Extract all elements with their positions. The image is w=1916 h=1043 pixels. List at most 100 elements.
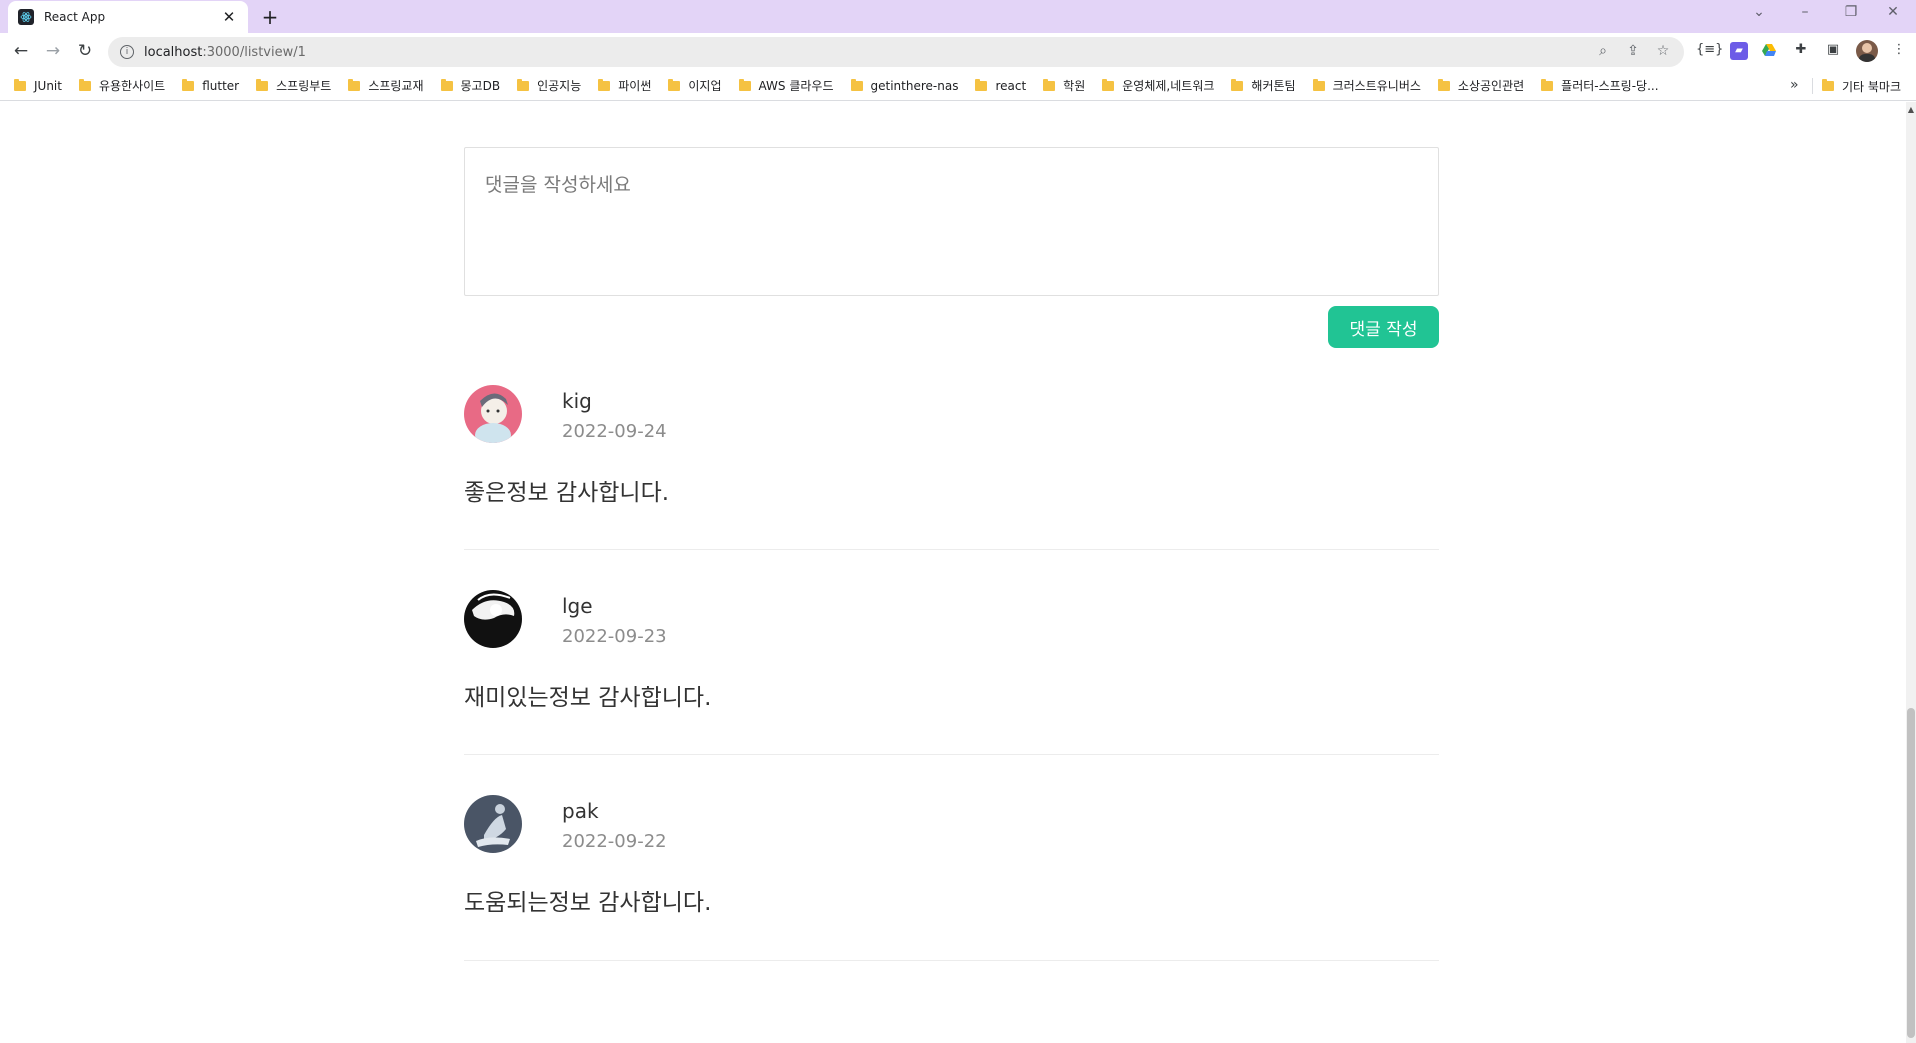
reload-icon[interactable]: ↻: [74, 41, 96, 61]
bookmark-folder[interactable]: 인공지능: [517, 77, 581, 94]
bookmark-label: 파이썬: [618, 79, 652, 93]
avatar: [464, 385, 522, 443]
browser-tab[interactable]: React App ✕: [8, 1, 248, 33]
bookmark-folder[interactable]: getinthere-nas: [850, 78, 959, 93]
folder-icon: [668, 78, 681, 91]
tab-strip: React App ✕ + ⌄ – ❐ ✕: [0, 0, 1916, 33]
bookmark-folder[interactable]: 몽고DB: [440, 77, 501, 94]
folder-icon: [1102, 78, 1115, 91]
back-icon[interactable]: ←: [10, 41, 32, 61]
extensions-puzzle-icon[interactable]: ✚: [1792, 42, 1810, 60]
bookmark-label: 인공지능: [537, 79, 582, 93]
bookmark-folder[interactable]: 소상공인관련: [1437, 77, 1524, 94]
bookmark-label: 크러스트유니버스: [1332, 79, 1421, 93]
bookmark-folder[interactable]: react: [975, 78, 1027, 93]
bookmark-folder[interactable]: 파이썬: [598, 77, 651, 94]
folder-icon: [182, 78, 195, 91]
bookmark-folder[interactable]: 유용한사이트: [78, 77, 166, 94]
folder-icon: [14, 78, 26, 91]
other-bookmarks-label: 기타 북마크: [1842, 79, 1902, 94]
folder-icon: [850, 78, 863, 91]
bookmark-folder[interactable]: 학원: [1043, 77, 1085, 94]
close-window-icon[interactable]: ✕: [1878, 4, 1908, 20]
folder-icon: [78, 78, 91, 91]
browser-toolbar: ← → ↻ i localhost:3000/listview/1 ⌕ ⇪ ☆ …: [0, 33, 1916, 71]
bookmark-folder[interactable]: 플러터-스프링-당...: [1541, 77, 1659, 94]
bookmark-label: JUnit: [34, 78, 62, 93]
folder-icon: [1312, 78, 1325, 91]
bookmark-star-icon[interactable]: ☆: [1654, 43, 1672, 59]
bookmark-label: 이지업: [688, 79, 722, 93]
bookmark-folder[interactable]: JUnit: [14, 78, 62, 93]
new-tab-button[interactable]: +: [258, 5, 282, 29]
folder-icon: [738, 78, 751, 91]
comment-author: lge: [562, 594, 593, 618]
folder-icon: [440, 78, 453, 91]
other-bookmarks-folder[interactable]: 기타 북마크: [1822, 71, 1902, 100]
url-host: localhost: [144, 44, 203, 60]
tab-search-icon[interactable]: ⌄: [1744, 4, 1774, 20]
folder-icon: [256, 78, 269, 91]
zoom-icon[interactable]: ⌕: [1594, 43, 1612, 59]
avatar: [464, 590, 522, 648]
comment-item: pak 2022-09-22 도움되는정보 감사합니다.: [464, 795, 1439, 961]
folder-icon: [1231, 78, 1244, 91]
bookmark-folder[interactable]: flutter: [182, 78, 239, 93]
bookmarks-overflow-button[interactable]: »: [1790, 77, 1799, 93]
folder-icon: [1437, 78, 1450, 91]
restore-icon[interactable]: ❐: [1836, 4, 1866, 20]
comment-author: kig: [562, 389, 592, 413]
bookmark-folder[interactable]: AWS 클라우드: [738, 77, 834, 94]
bookmarks-bar: JUnit 유용한사이트 flutter 스프링부트 스프링교재 몽고DB 인공…: [0, 71, 1916, 101]
tab-close-icon[interactable]: ✕: [220, 8, 238, 26]
bookmark-folder[interactable]: 운영체제,네트워크: [1102, 77, 1214, 94]
bookmark-label: 플러터-스프링-당...: [1561, 79, 1659, 93]
scrollbar-thumb[interactable]: [1907, 708, 1915, 1038]
minimize-icon[interactable]: –: [1790, 4, 1820, 20]
bookmark-label: 스프링부트: [276, 79, 332, 93]
comment-text: 재미있는정보 감사합니다.: [464, 685, 712, 711]
avatar: [464, 795, 522, 853]
site-info-icon[interactable]: i: [120, 45, 134, 59]
address-bar[interactable]: i localhost:3000/listview/1 ⌕ ⇪ ☆: [108, 37, 1684, 67]
comment-item: lge 2022-09-23 재미있는정보 감사합니다.: [464, 590, 1439, 755]
bookmark-label: 몽고DB: [460, 79, 501, 93]
bookmark-folder[interactable]: 스프링부트: [256, 77, 331, 94]
share-icon[interactable]: ⇪: [1624, 43, 1642, 59]
comment-date: 2022-09-23: [562, 626, 667, 647]
bookmark-label: 학원: [1063, 79, 1086, 93]
bookmark-folder[interactable]: 이지업: [668, 77, 722, 94]
bookmark-label: AWS 클라우드: [758, 79, 834, 93]
bookmark-label: 유용한사이트: [98, 79, 166, 93]
side-panel-icon[interactable]: ▣: [1824, 42, 1842, 60]
google-drive-icon[interactable]: [1760, 42, 1778, 60]
folder-icon: [348, 78, 361, 91]
bookmark-folder[interactable]: 스프링교재: [348, 77, 424, 94]
bookmark-label: getinthere-nas: [870, 78, 959, 93]
folder-icon: [517, 78, 530, 91]
bookmark-label: 운영체제,네트워크: [1122, 79, 1215, 93]
comment-text: 좋은정보 감사합니다.: [464, 480, 670, 506]
extension-purple-icon[interactable]: ▰: [1730, 42, 1748, 60]
extension-code-icon[interactable]: {≡}: [1696, 42, 1723, 60]
comment-author: pak: [562, 799, 599, 823]
forward-icon[interactable]: →: [42, 41, 64, 61]
folder-icon: [1541, 78, 1554, 91]
folder-icon: [1822, 79, 1834, 91]
chrome-menu-icon[interactable]: ⋮: [1890, 42, 1908, 60]
folder-icon: [975, 78, 988, 91]
comment-item: kig 2022-09-24 좋은정보 감사합니다.: [464, 385, 1439, 550]
bookmark-folder[interactable]: 크러스트유니버스: [1312, 77, 1421, 94]
bookmark-label: 해커톤팀: [1251, 79, 1296, 93]
folder-icon: [598, 78, 611, 91]
tab-title: React App: [44, 10, 106, 24]
comment-text: 도움되는정보 감사합니다.: [464, 890, 712, 916]
submit-comment-button[interactable]: 댓글 작성: [1328, 306, 1439, 348]
scroll-up-icon[interactable]: ▲: [1907, 105, 1915, 114]
comment-input[interactable]: [464, 147, 1439, 296]
bookmark-folder[interactable]: 해커톤팀: [1231, 77, 1296, 94]
comment-date: 2022-09-22: [562, 831, 667, 852]
bookmark-label: react: [995, 78, 1027, 93]
folder-icon: [1043, 78, 1056, 91]
profile-avatar[interactable]: [1856, 40, 1878, 62]
